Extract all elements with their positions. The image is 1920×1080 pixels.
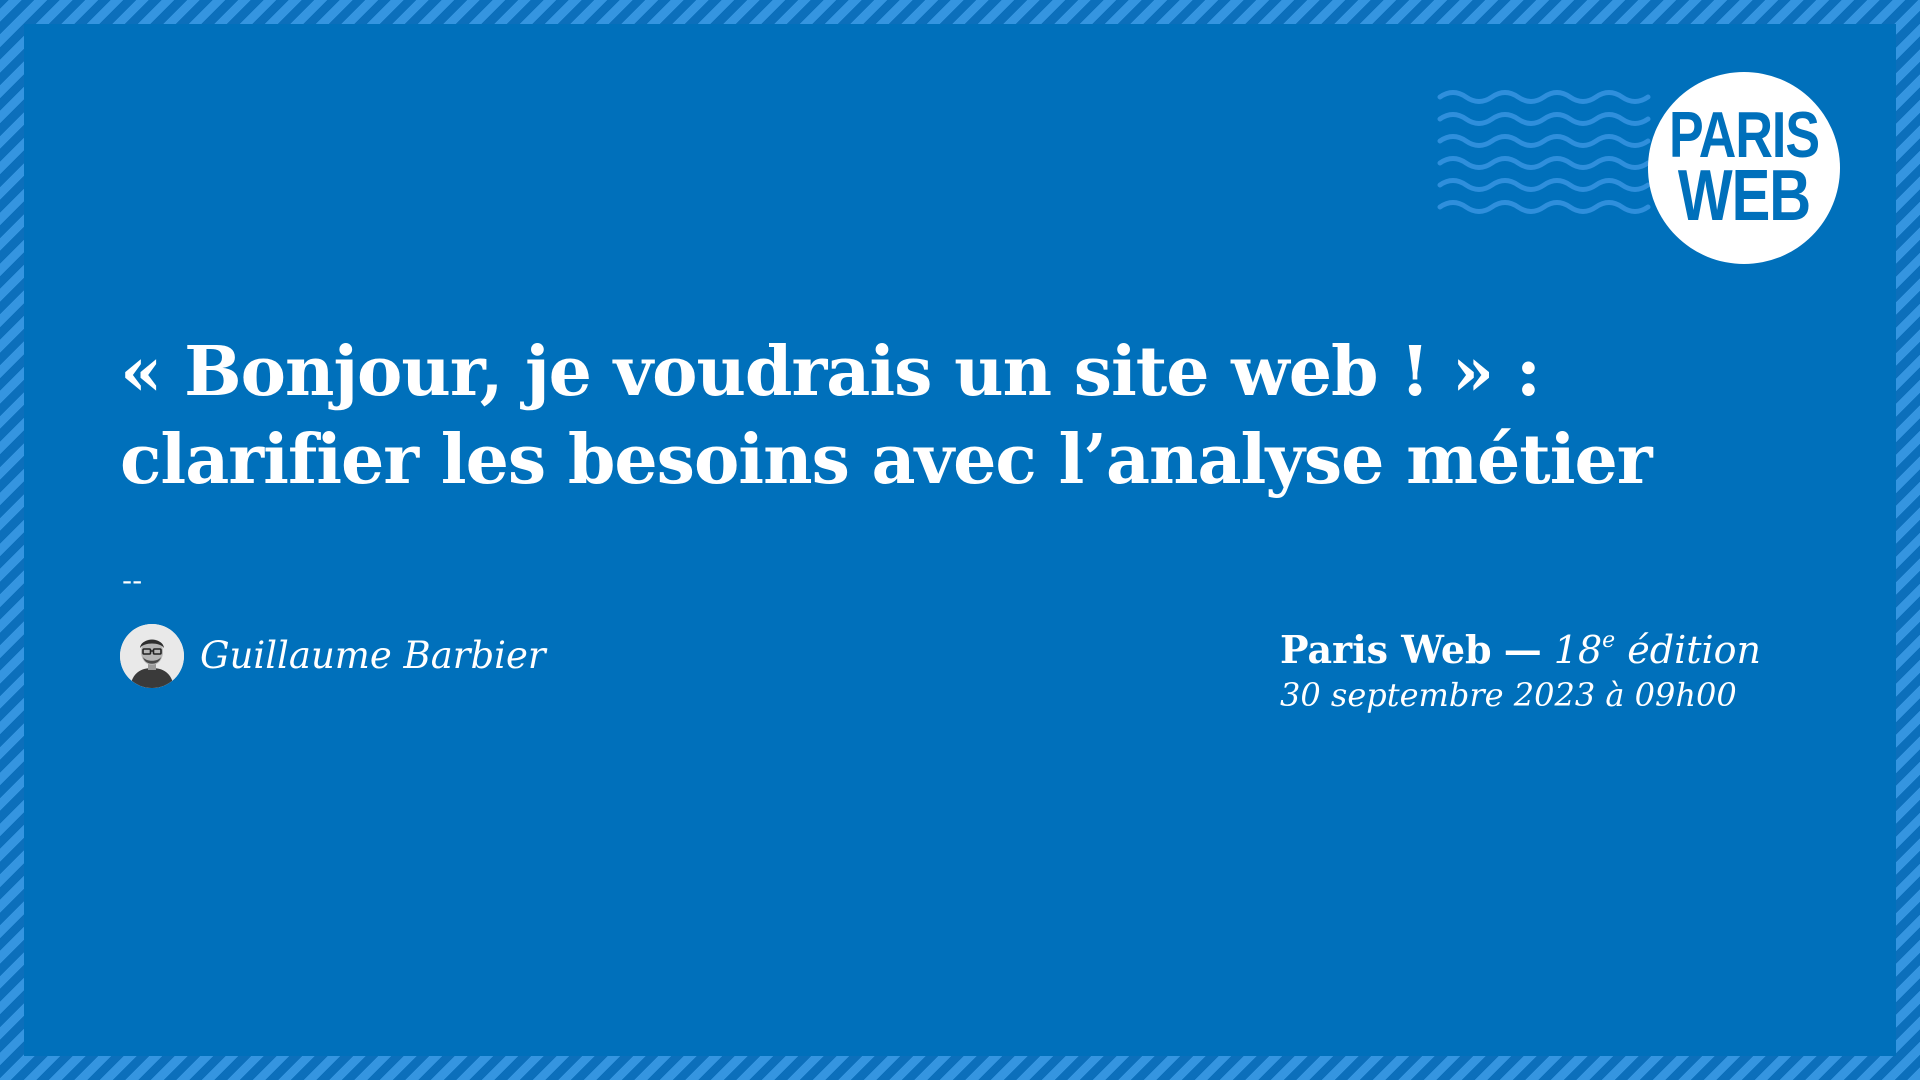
striped-border-frame: PARIS WEB « Bonjour, je voudrais un site…	[0, 0, 1920, 1080]
edition-suffix: e	[1602, 628, 1616, 653]
speaker: Guillaume Barbier	[120, 624, 546, 688]
event-date: 30 septembre 2023 à 09h00	[1280, 676, 1737, 714]
wave-lines-icon	[1437, 90, 1651, 214]
speaker-name: Guillaume Barbier	[200, 634, 546, 677]
edition-word: édition	[1627, 628, 1762, 672]
event-name: Paris Web	[1280, 627, 1492, 672]
talk-title: « Bonjour, je voudrais un site web ! » :…	[120, 328, 1760, 504]
avatar	[120, 624, 184, 688]
event-info: Paris Web — 18e édition 30 septembre 202…	[1280, 616, 1761, 715]
edition-number: 18	[1553, 628, 1603, 672]
paris-web-logo: PARIS WEB	[1648, 72, 1840, 264]
title-separator: --	[122, 564, 143, 597]
event-dash: —	[1503, 627, 1542, 672]
logo-text-web: WEB	[1677, 155, 1811, 237]
talk-title-line1: « Bonjour, je voudrais un site web ! » :	[120, 332, 1541, 412]
event-edition-line: Paris Web — 18e édition	[1280, 616, 1761, 675]
talk-title-line2: clarifier les besoins avec l’analyse mét…	[120, 420, 1653, 500]
